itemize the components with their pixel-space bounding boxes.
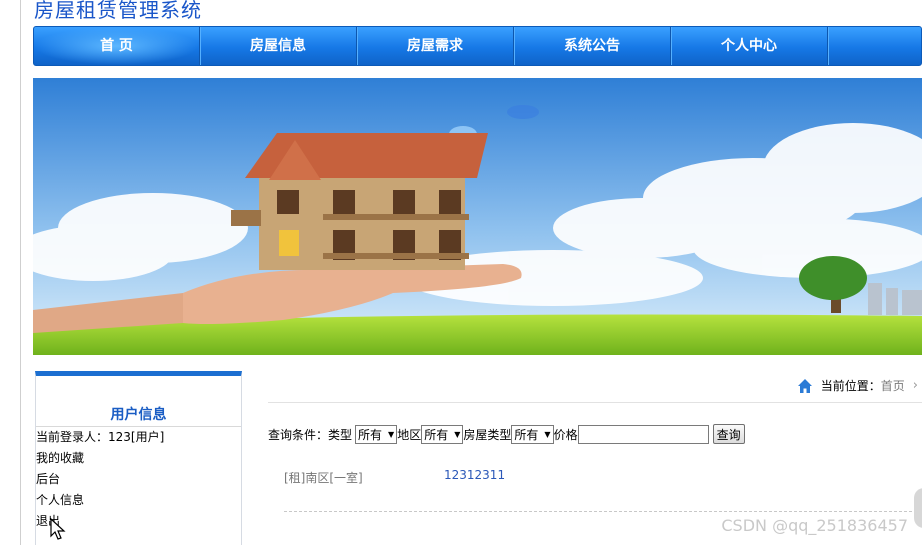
search-button[interactable]: 查询: [712, 424, 745, 444]
price-label: 价格: [553, 427, 578, 442]
house-type-select-value: 所有: [514, 427, 539, 442]
dropdown-arrow-icon: ▼: [544, 429, 551, 439]
mouse-cursor-icon: [50, 518, 66, 540]
area-select-value: 所有: [424, 427, 449, 442]
house-type-select[interactable]: 所有 ▼: [511, 424, 554, 444]
watermark-text: CSDN @qq_251836457: [721, 516, 908, 535]
nav-home[interactable]: 首 页: [34, 27, 200, 65]
type-select-value: 所有: [358, 427, 383, 442]
area-select[interactable]: 所有 ▼: [421, 424, 464, 444]
breadcrumb-home-link[interactable]: 首页: [881, 377, 905, 394]
user-info-panel: 用户信息 当前登录人：123[用户] 我的收藏 后台 个人信息 退出: [35, 371, 242, 545]
nav-house-info[interactable]: 房屋信息: [200, 27, 357, 65]
area-label: 地区: [397, 427, 422, 442]
search-bar: 查询条件： 类型 所有 ▼ 地区 所有 ▼ 房屋类型 所有 ▼ 价格 查询: [268, 424, 745, 444]
breadcrumb: 当前位置： 首页 ›: [268, 372, 922, 403]
main-nav: 首 页 房屋信息 房屋需求 系统公告 个人中心: [33, 26, 922, 66]
sidebar-item-admin[interactable]: 后台: [36, 469, 241, 490]
type-label: 类型: [328, 427, 353, 442]
sidebar-title: 用户信息: [36, 404, 241, 427]
left-border: [20, 0, 21, 545]
sidebar-item-favorites[interactable]: 我的收藏: [36, 448, 241, 469]
search-prefix: 查询条件：: [268, 427, 329, 442]
house-type-label: 房屋类型: [463, 427, 512, 442]
sidebar-item-logout[interactable]: 退出: [36, 511, 241, 532]
current-user-label: 当前登录人：123[用户]: [36, 430, 165, 444]
type-select[interactable]: 所有 ▼: [355, 424, 398, 444]
dropdown-arrow-icon: ▼: [388, 429, 395, 439]
nav-personal-center[interactable]: 个人中心: [671, 27, 828, 65]
result-row: [租]南区[一室] 12312311: [284, 468, 922, 512]
chevron-right-icon: ›: [912, 378, 918, 393]
banner-illustration: [33, 78, 922, 355]
dropdown-arrow-icon: ▼: [454, 429, 461, 439]
price-input[interactable]: [577, 424, 709, 444]
sidebar-item-profile[interactable]: 个人信息: [36, 490, 241, 511]
result-price-link[interactable]: 12312311: [444, 468, 505, 482]
breadcrumb-label: 当前位置：: [820, 379, 881, 393]
nav-announcements[interactable]: 系统公告: [514, 27, 671, 65]
banner-image: [33, 78, 922, 355]
nav-house-demand[interactable]: 房屋需求: [357, 27, 514, 65]
home-icon: [797, 378, 812, 393]
scroll-knob[interactable]: [914, 488, 922, 528]
result-title-link[interactable]: [租]南区[一室]: [284, 469, 363, 486]
site-title: 房屋租赁管理系统: [34, 0, 202, 22]
